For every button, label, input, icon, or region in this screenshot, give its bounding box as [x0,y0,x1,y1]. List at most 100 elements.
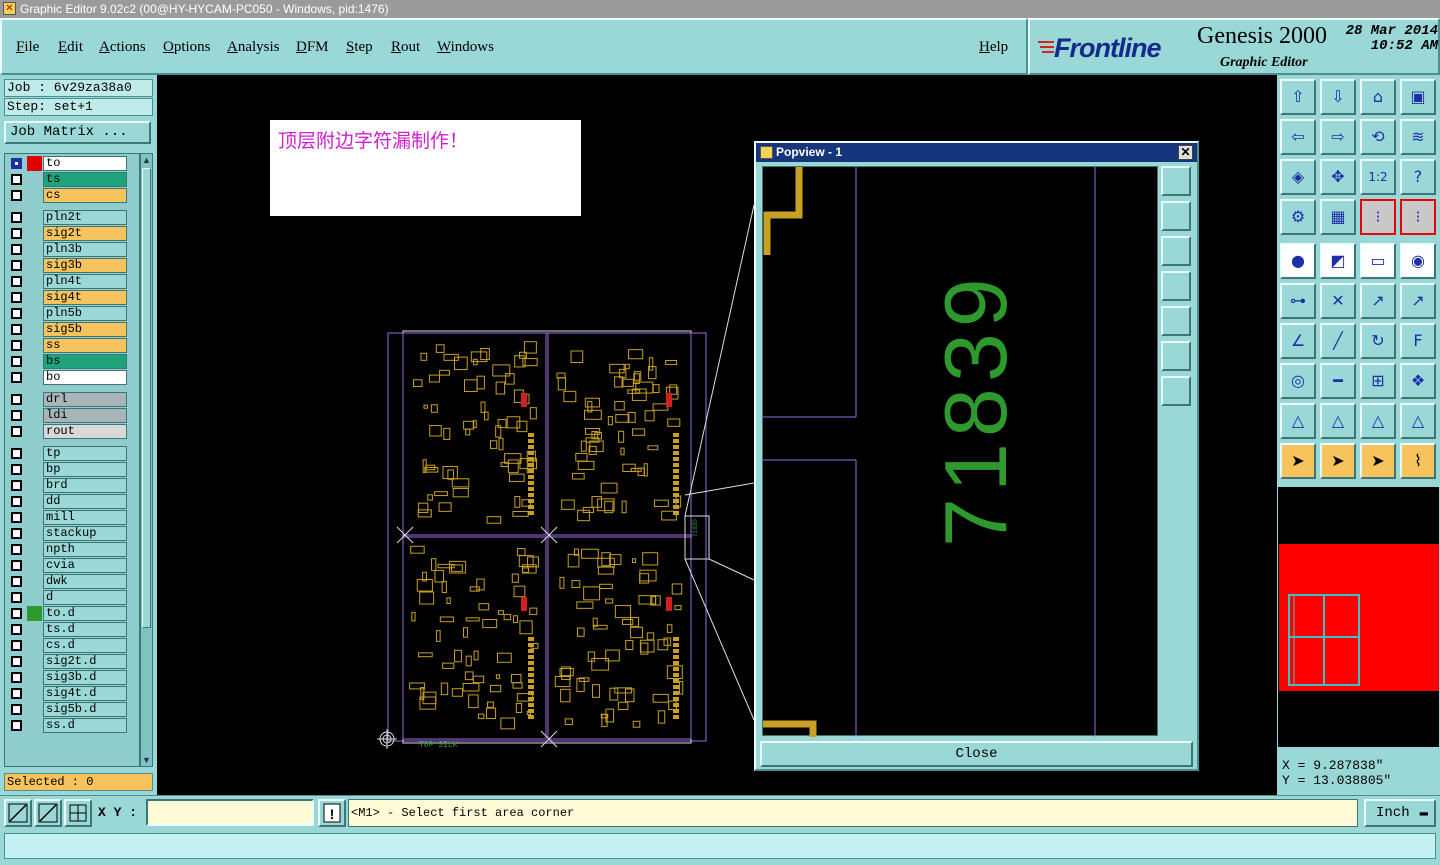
popview-pan-left-icon[interactable] [1161,271,1191,301]
unit-select[interactable]: Inch ▬ [1364,799,1436,827]
alert-icon[interactable]: ! [318,799,346,827]
layer-checkbox[interactable] [11,688,22,699]
layer-color-swatch[interactable] [27,478,42,493]
layer-row[interactable]: npth [7,542,129,557]
layer-name[interactable]: ts.d [43,622,127,637]
layer-color-swatch[interactable] [27,510,42,525]
copy-pad-icon[interactable]: ↗ [1400,283,1436,319]
edit-line-icon[interactable]: ╱ [1320,323,1356,359]
layer-row[interactable]: drl [7,392,129,407]
layer-row[interactable]: bp [7,462,129,477]
layer-color-swatch[interactable] [27,156,42,171]
pan-left-icon[interactable]: ⇦ [1280,119,1316,155]
layer-scrollbar[interactable]: ▲ ▼ [140,153,153,767]
grid-icon[interactable] [64,799,92,827]
layer-name[interactable]: pln2t [43,210,127,225]
layer-name[interactable]: bo [43,370,127,385]
layer-color-swatch[interactable] [27,188,42,203]
layer-row[interactable]: ss.d [7,718,129,733]
layer-checkbox[interactable] [11,624,22,635]
popview-close-icon[interactable]: ✕ [1178,145,1193,160]
layer-color-swatch[interactable] [27,494,42,509]
layer-name[interactable]: sig5b.d [43,702,127,717]
layer-color-swatch[interactable] [27,172,42,187]
layer-name[interactable]: dwk [43,574,127,589]
home-step-icon[interactable]: ⇧ [1280,79,1316,115]
layer-row[interactable]: cs [7,188,129,203]
grid-view-icon[interactable]: ▦ [1320,199,1356,235]
fit-view-icon[interactable]: ◈ [1280,159,1316,195]
popview-zoom-out-icon[interactable] [1161,376,1191,406]
layer-name[interactable]: to.d [43,606,127,621]
menu-dfm[interactable]: DFM [296,39,329,56]
dimension-icon[interactable]: ⊞ [1360,363,1396,399]
layer-checkbox[interactable] [11,308,22,319]
menu-actions[interactable]: Actions [99,39,146,56]
layer-name[interactable]: sig4t.d [43,686,127,701]
popview-pan-up-icon[interactable] [1161,201,1191,231]
layer-row[interactable]: to [7,156,129,171]
layer-checkbox[interactable] [11,464,22,475]
layer-checkbox[interactable] [11,190,22,201]
popview-pan-down-icon[interactable] [1161,236,1191,266]
tool-settings-icon[interactable]: ⚙ [1280,199,1316,235]
triangle-edit-icon[interactable]: △ [1320,403,1356,439]
job-matrix-button[interactable]: Job Matrix ... [4,121,151,144]
layer-color-swatch[interactable] [27,558,42,573]
layer-name[interactable]: pln3b [43,242,127,257]
layer-checkbox[interactable] [11,260,22,271]
layer-checkbox[interactable] [11,720,22,731]
popview-zoom-fit-icon[interactable] [1161,166,1191,196]
layer-checkbox[interactable] [11,426,22,437]
menu-help[interactable]: Help [979,39,1008,56]
layer-name[interactable]: to [43,156,127,171]
snap-net-icon[interactable]: ⁝ [1400,199,1436,235]
help-icon[interactable]: ? [1400,159,1436,195]
layer-color-swatch[interactable] [27,408,42,423]
add-via-icon[interactable]: ◎ [1280,363,1316,399]
layer-row[interactable]: bs [7,354,129,369]
layer-checkbox[interactable] [11,496,22,507]
layer-name[interactable]: rout [43,424,127,439]
layer-row[interactable]: ts [7,172,129,187]
layer-checkbox[interactable] [11,356,22,367]
scroll-down-icon[interactable]: ▼ [142,755,151,765]
layer-checkbox[interactable] [11,640,22,651]
layer-row[interactable]: d [7,590,129,605]
layer-color-swatch[interactable] [27,670,42,685]
layer-checkbox[interactable] [11,174,22,185]
menu-file[interactable]: File [16,39,39,56]
route-icon[interactable]: ◩ [1320,243,1356,279]
layer-row[interactable]: sig5b.d [7,702,129,717]
layer-row[interactable]: stackup [7,526,129,541]
triangle-delete-icon[interactable]: △ [1400,403,1436,439]
layer-checkbox[interactable] [11,244,22,255]
layer-name[interactable]: cvia [43,558,127,573]
layer-name[interactable]: sig2t [43,226,127,241]
layer-checkbox[interactable] [11,656,22,667]
layer-checkbox[interactable] [11,324,22,335]
layer-color-swatch[interactable] [27,590,42,605]
layer-color-swatch[interactable] [27,370,42,385]
layer-name[interactable]: sig3b.d [43,670,127,685]
layer-name[interactable]: ldi [43,408,127,423]
layer-row[interactable]: brd [7,478,129,493]
clone-icon[interactable]: ❖ [1400,363,1436,399]
layer-checkbox[interactable] [11,394,22,405]
layer-color-swatch[interactable] [27,686,42,701]
select-path-icon[interactable]: ⌇ [1400,443,1436,479]
select-arrow-icon[interactable]: ➤ [1280,443,1316,479]
layer-name[interactable]: d [43,590,127,605]
layer-checkbox[interactable] [11,448,22,459]
pan-right-icon[interactable]: ⇨ [1320,119,1356,155]
arc-icon[interactable]: ↻ [1360,323,1396,359]
layer-name[interactable]: sig5b [43,322,127,337]
layer-name[interactable]: bp [43,462,127,477]
menu-analysis[interactable]: Analysis [227,39,280,56]
layer-row[interactable]: pln4t [7,274,129,289]
layer-color-swatch[interactable] [27,210,42,225]
layer-name[interactable]: pln5b [43,306,127,321]
layer-color-swatch[interactable] [27,606,42,621]
layer-checkbox[interactable] [11,704,22,715]
triangle-text-icon[interactable]: △ [1360,403,1396,439]
